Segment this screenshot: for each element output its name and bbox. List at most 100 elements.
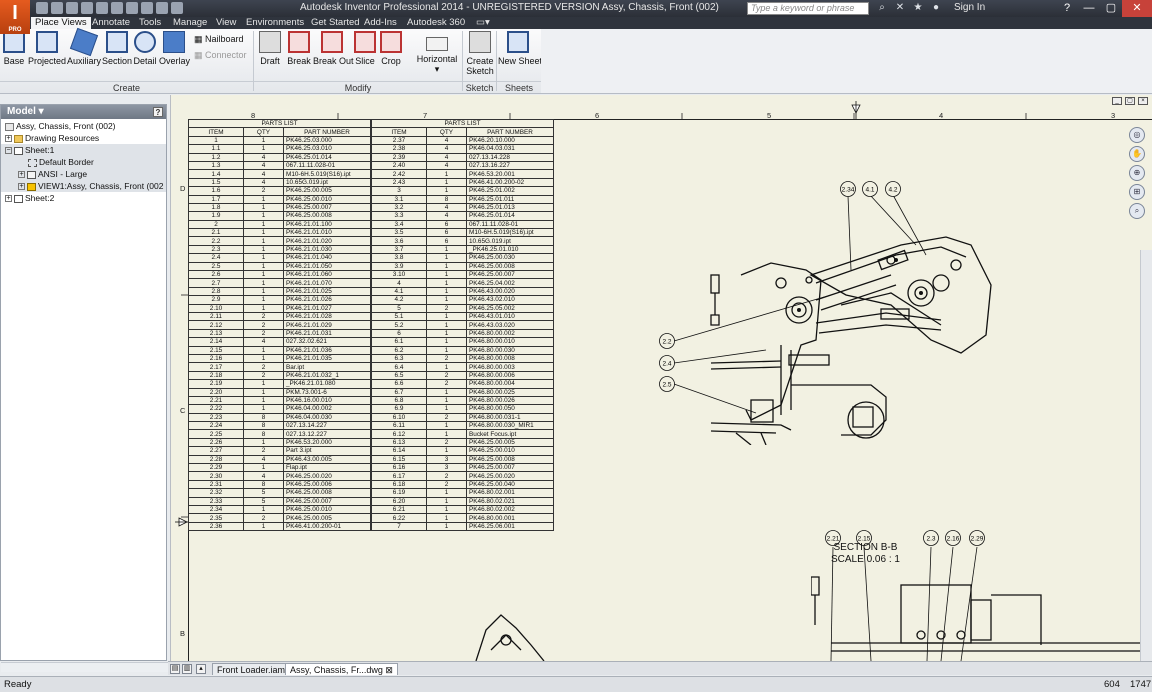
steering-wheel-icon[interactable]: ◎ [1129,127,1145,143]
document-tabs: ▤ ▥ ▴ Front Loader.iam Assy, Chassis, Fr… [168,661,1152,675]
item-balloon[interactable]: 2.5 [659,376,675,392]
expand-icon[interactable]: + [5,135,12,143]
help-icon[interactable]: ? [1056,0,1078,17]
crop-icon [380,31,402,53]
detail-view-icon [134,31,156,53]
new-sheet-button[interactable]: New Sheet [498,31,543,81]
doc-tab-assy-chassis[interactable]: Assy, Chassis, Fr...dwg ⊠ [285,663,398,675]
draft-button[interactable]: Draft [257,31,283,81]
expand-icon[interactable]: + [18,183,25,191]
tab-get-started[interactable]: Get Started [307,17,364,29]
close-icon[interactable]: ✕ [1122,0,1152,17]
connector-button[interactable]: ▦ Connector [194,50,247,61]
item-balloon[interactable]: 4.2 [885,181,901,197]
item-balloon[interactable]: 2.4 [659,355,675,371]
doc-tab-front-loader[interactable]: Front Loader.iam [212,663,291,675]
tab-add-ins[interactable]: Add-Ins [360,17,401,29]
tile-icon[interactable]: ▤ [170,664,180,674]
section-view-label: SECTION B-B SCALE 0.06 : 1 [831,542,900,566]
break-out-label: Break Out [313,56,354,66]
help-icon[interactable]: ? [153,107,163,117]
maximize-icon[interactable]: ▢ [1100,0,1122,17]
item-balloon[interactable]: 2.16 [945,530,961,546]
browser-horizontal-scrollbar[interactable] [1,662,168,672]
open-icon[interactable] [51,2,63,14]
quick-access-toolbar [36,2,183,14]
overlay-button[interactable]: Overlay [159,31,190,81]
zoom-all-icon[interactable]: ⊞ [1129,184,1145,200]
sketch-panel-label: Sketch [463,81,496,93]
item-balloon[interactable]: 4.1 [862,181,878,197]
new-sheet-label: New Sheet [498,56,543,66]
tree-node-drawing[interactable]: Assy, Chassis, Front (002) [1,120,166,132]
print-icon[interactable] [126,2,138,14]
window-controls: ? — ▢ ✕ [1056,0,1152,17]
tab-autodesk-360[interactable]: Autodesk 360 [403,17,469,29]
base-button[interactable]: Base [2,31,26,81]
create-sketch-button[interactable]: Create Sketch [465,31,495,81]
user-icon[interactable]: ● [930,2,942,14]
zoom-icon[interactable]: ⊕ [1129,165,1145,181]
app-logo[interactable]: I PRO [0,0,30,34]
tree-node-sheet-2[interactable]: + Sheet:2 [1,192,166,204]
break-out-button[interactable]: Break Out [313,31,354,81]
item-balloon[interactable]: 2.34 [840,181,856,197]
horizontal-label: Horizontal [416,54,458,64]
expand-icon[interactable]: + [5,195,12,203]
search-input[interactable]: Type a keyword or phrase [747,2,869,15]
save-icon[interactable] [66,2,78,14]
home-icon[interactable] [111,2,123,14]
appearance-icon[interactable] [171,2,183,14]
canvas-vertical-scrollbar[interactable] [1140,250,1152,661]
tree-node-view1[interactable]: + VIEW1:Assy, Chassis, Front (002 [1,180,166,192]
tab-environments[interactable]: Environments [242,17,308,29]
tree-node-sheet-1[interactable]: − Sheet:1 [1,144,166,156]
auxiliary-button[interactable]: Auxiliary [67,27,101,81]
projected-button[interactable]: Projected [28,31,66,81]
binoculars-icon[interactable]: ⌕ [876,2,888,14]
close-icon[interactable]: ⊠ [385,665,393,675]
pan-icon[interactable]: ✋ [1129,146,1145,162]
undo-icon[interactable] [81,2,93,14]
sign-in-link[interactable]: Sign In [954,2,985,13]
balloon-label: 2.3 [926,535,935,542]
measure-icon[interactable] [156,2,168,14]
expand-icon[interactable]: + [18,171,25,179]
collapse-icon[interactable]: − [5,147,12,155]
new-icon[interactable] [36,2,48,14]
redo-icon[interactable] [96,2,108,14]
tab-view[interactable]: View [212,17,240,29]
minimize-icon[interactable]: — [1078,0,1100,17]
status-text: Ready [4,679,32,690]
tab-menu-icon[interactable]: ▴ [196,664,206,674]
star-icon[interactable]: ★ [912,2,924,14]
balloon-label: 2.16 [947,535,960,542]
crop-button[interactable]: Crop [379,31,403,81]
item-balloon[interactable]: 2.2 [659,333,675,349]
balloon-label: 4.2 [888,186,897,193]
browser-header[interactable]: Model ▾? [1,105,166,119]
drawing-canvas[interactable]: _ ▢ × 8 7 6 5 4 3 D C B PARTS LIST ITEM … [170,95,1152,661]
item-balloon[interactable]: 2.29 [969,530,985,546]
update-icon[interactable] [141,2,153,14]
section-button[interactable]: Section [102,31,132,81]
tree-node-ansi-large[interactable]: + ANSI - Large [1,168,166,180]
tab-tools[interactable]: Tools [135,17,165,29]
zoom-window-icon[interactable]: ⌕ [1129,203,1145,219]
break-button[interactable]: Break [287,31,311,81]
tree-node-drawing-resources[interactable]: + Drawing Resources [1,132,166,144]
item-balloon[interactable]: 2.3 [923,530,939,546]
tab-manage[interactable]: Manage [169,17,211,29]
tree-node-label: Sheet:1 [25,145,55,155]
tools-icon[interactable]: ✕ [894,2,906,14]
cascade-icon[interactable]: ▥ [182,664,192,674]
horizontal-button[interactable]: Horizontal ▾ [414,31,460,81]
tree-node-default-border[interactable]: Default Border [1,156,166,168]
nailboard-button[interactable]: ▦ Nailboard [194,34,244,45]
tab-place-views[interactable]: Place Views [31,17,91,29]
draft-icon [259,31,281,53]
tab-annotate[interactable]: Annotate [88,17,134,29]
detail-button[interactable]: Detail [133,31,157,81]
slice-button[interactable]: Slice [353,31,377,81]
ribbon-options-icon[interactable]: ▭▾ [472,17,494,29]
